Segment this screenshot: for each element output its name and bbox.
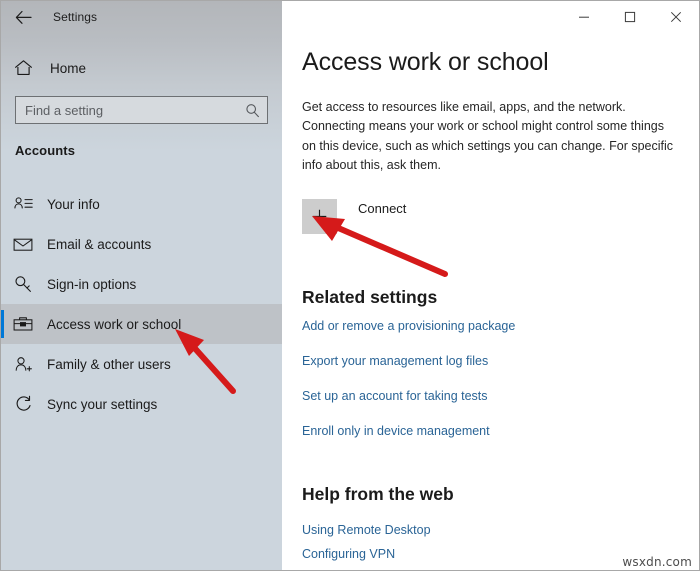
briefcase-icon [1,316,45,332]
connect-label: Connect [358,201,407,216]
link-export-management-log-files[interactable]: Export your management log files [302,354,488,368]
sidebar-item-label: Access work or school [47,316,182,332]
sidebar-item-label: Family & other users [47,356,171,372]
home-icon [1,59,45,77]
sidebar-section-heading: Accounts [15,143,76,158]
link-using-remote-desktop[interactable]: Using Remote Desktop [302,523,431,537]
sidebar-item-label: Your info [47,196,100,212]
sidebar: Settings Home Accounts [1,1,282,570]
sidebar-item-label: Email & accounts [47,236,152,252]
app-title: Settings [53,10,98,24]
link-set-up-account-taking-tests[interactable]: Set up an account for taking tests [302,389,488,403]
envelope-icon [1,237,45,252]
sidebar-item-your-info[interactable]: Your info [1,184,282,224]
sidebar-item-access-work-or-school[interactable]: Access work or school [1,304,282,344]
related-settings-heading: Related settings [302,287,438,307]
sidebar-item-home[interactable]: Home [1,49,282,87]
person-add-icon [1,356,45,373]
selection-accent-bar [1,310,4,338]
sidebar-item-family-other-users[interactable]: Family & other users [1,344,282,384]
key-icon [1,275,45,293]
person-list-icon [1,196,45,212]
minimize-button[interactable] [561,1,607,32]
link-enroll-only-device-management[interactable]: Enroll only in device management [302,424,490,438]
page-title: Access work or school [302,48,549,76]
sidebar-nav-list: Your info Email & accounts Sign-in optio… [1,184,282,424]
connect-row: Connect [302,199,406,234]
search-box[interactable] [15,96,268,124]
search-icon[interactable] [237,103,267,118]
link-configuring-vpn[interactable]: Configuring VPN [302,547,395,561]
sidebar-item-label: Sync your settings [47,396,158,412]
sidebar-item-sync-your-settings[interactable]: Sync your settings [1,384,282,424]
search-input[interactable] [16,102,237,118]
settings-window: Settings Home Accounts [0,0,700,571]
maximize-button[interactable] [607,1,653,32]
connect-button[interactable] [302,199,337,234]
sidebar-home-label: Home [50,60,87,76]
main-content: Access work or school Get access to reso… [282,1,699,570]
link-add-remove-provisioning-package[interactable]: Add or remove a provisioning package [302,319,515,333]
sidebar-item-sign-in-options[interactable]: Sign-in options [1,264,282,304]
sidebar-item-label: Sign-in options [47,276,137,292]
back-arrow-icon[interactable] [1,2,45,32]
sidebar-titlebar: Settings [1,1,282,33]
sync-icon [1,395,45,413]
watermark: wsxdn.com [622,555,692,569]
help-from-web-heading: Help from the web [302,484,454,504]
close-button[interactable] [653,1,699,32]
window-controls [561,1,699,32]
page-description: Get access to resources like email, apps… [302,100,674,172]
sidebar-item-email-accounts[interactable]: Email & accounts [1,224,282,264]
